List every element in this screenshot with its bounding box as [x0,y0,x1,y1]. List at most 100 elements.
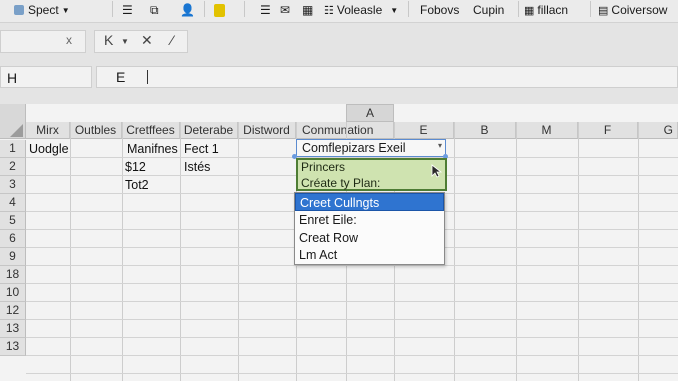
grid-line [26,337,678,338]
column-header[interactable]: Outbles [70,122,122,139]
suggestion-line-2[interactable]: Créate ty Plan: [301,176,380,190]
ribbon-coiversow-button[interactable]: ▤ Coiversow [598,1,667,19]
row-header[interactable]: 13 [0,320,26,338]
formula-content: E [116,69,126,85]
column-header[interactable]: Mirx [26,122,70,139]
cell-c1[interactable]: Manifnes [127,142,178,156]
ribbon-fobovs-button[interactable]: Fobovs [420,1,459,19]
row-header[interactable]: 13 [0,338,26,356]
close-icon[interactable]: x [66,33,72,47]
grid-line [26,301,678,302]
ribbon-separator [408,1,409,17]
ribbon-copy-button[interactable]: ⧉ [150,1,159,19]
grid-icon: ▦ [524,4,535,17]
cell-d1[interactable]: Fect 1 [184,142,219,156]
highlight-icon [214,3,225,17]
column-header[interactable]: Distword [238,122,296,139]
row-header[interactable]: 18 [0,266,26,284]
ribbon-fobovs-label: Fobovs [420,3,460,17]
cell-address[interactable]: H [0,66,92,88]
grid-line [516,122,517,381]
ribbon-fillacn-label: fillacn [537,3,569,17]
ribbon-table-button[interactable]: ▦ [302,1,313,19]
font-icon: ☷ [324,4,334,17]
grid-line [26,265,678,266]
column-header[interactable]: F [578,122,638,139]
cancel-x-button[interactable]: ✕ [141,32,153,49]
formula-bar[interactable] [96,66,678,88]
column-header[interactable]: Conmunation [296,122,394,139]
row-header[interactable]: 9 [0,248,26,266]
active-cell[interactable]: Comflepizars Exeil [296,139,446,157]
grid-line [70,122,71,381]
align-icon: ☰ [260,3,271,17]
table-icon: ▦ [302,3,314,17]
ribbon-separator [204,1,205,17]
ribbon-spect-button[interactable]: Spect ▼ [14,1,70,19]
dropdown-item[interactable]: Lm Act [295,246,444,264]
ribbon-coiversow-label: Coiversow [611,3,668,17]
grid-line [638,122,639,381]
cancel-k-button[interactable]: K [104,32,113,48]
grid-line [26,319,678,320]
grid-line [454,122,455,381]
ribbon-voleasle-label: Voleasle [336,3,383,17]
column-header-top[interactable]: A [346,104,394,122]
cell-d2[interactable]: Istés [184,160,210,174]
ribbon-separator [518,1,519,17]
grid-line [26,373,678,374]
mouse-pointer-icon [431,164,443,178]
text-cursor [147,70,148,84]
grid-line [26,283,678,284]
grid-line [238,122,239,381]
ribbon-voleasle-button[interactable]: ☷ Voleasle ▼ [324,1,398,19]
ribbon-mail-button[interactable]: ✉ [280,1,290,19]
ribbon-user-button[interactable]: 👤 [180,1,195,19]
ribbon-cupin-button[interactable]: Cupin [473,1,504,19]
convert-icon: ▤ [598,4,609,17]
column-header[interactable]: M [516,122,578,139]
mail-icon: ✉ [280,3,291,17]
user-icon: 👤 [180,3,195,17]
ribbon-separator [590,1,591,17]
grid-line [180,122,181,381]
row-header[interactable]: 2 [0,158,26,176]
dropdown-item[interactable]: Enret Eile: [295,211,444,229]
row-header[interactable]: 6 [0,230,26,248]
dropdown-item[interactable]: Creat Row [295,229,444,247]
cell-c2[interactable]: $12 [125,160,146,174]
autocomplete-dropdown: Creet Cullngts Enret Eile: Creat Row Lm … [294,192,445,265]
row-header[interactable]: 5 [0,212,26,230]
cell-a1[interactable]: Uodgle [29,142,69,156]
ribbon-menu-button[interactable]: ☰ [122,1,133,19]
column-header[interactable]: Deterabe [180,122,238,139]
row-header[interactable]: 4 [0,194,26,212]
format-icon [14,5,24,15]
column-header[interactable]: G [638,122,678,139]
chevron-down-icon[interactable]: ▼ [121,37,129,46]
ribbon-cupin-label: Cupin [473,3,505,17]
chevron-down-icon: ▼ [390,5,399,15]
row-header[interactable]: 12 [0,302,26,320]
ribbon-align-button[interactable]: ☰ [260,1,271,19]
chevron-down-icon: ▼ [61,5,70,15]
dropdown-item-selected[interactable]: Creet Cullngts [295,193,444,211]
column-header[interactable]: Cretffees [122,122,180,139]
insert-function-button[interactable]: ⁄ [171,32,173,48]
cell-c3[interactable]: Tot2 [125,178,149,192]
ribbon-highlight-button[interactable] [214,1,229,19]
name-box[interactable] [0,30,86,53]
row-header[interactable]: 1 [0,140,26,158]
grid-line [122,122,123,381]
select-all-icon [10,124,23,137]
cell-dropdown-arrow-icon[interactable]: ▾ [438,141,442,150]
suggestion-line-1[interactable]: Princers [301,160,345,174]
grid-line [26,355,678,356]
ribbon-fillacn-button[interactable]: ▦ fillacn [524,1,568,19]
row-header[interactable]: 3 [0,176,26,194]
copy-icon: ⧉ [150,2,159,17]
row-header[interactable]: 10 [0,284,26,302]
ribbon-separator [244,1,245,17]
column-header[interactable]: B [454,122,516,139]
column-header[interactable]: E [394,122,454,139]
